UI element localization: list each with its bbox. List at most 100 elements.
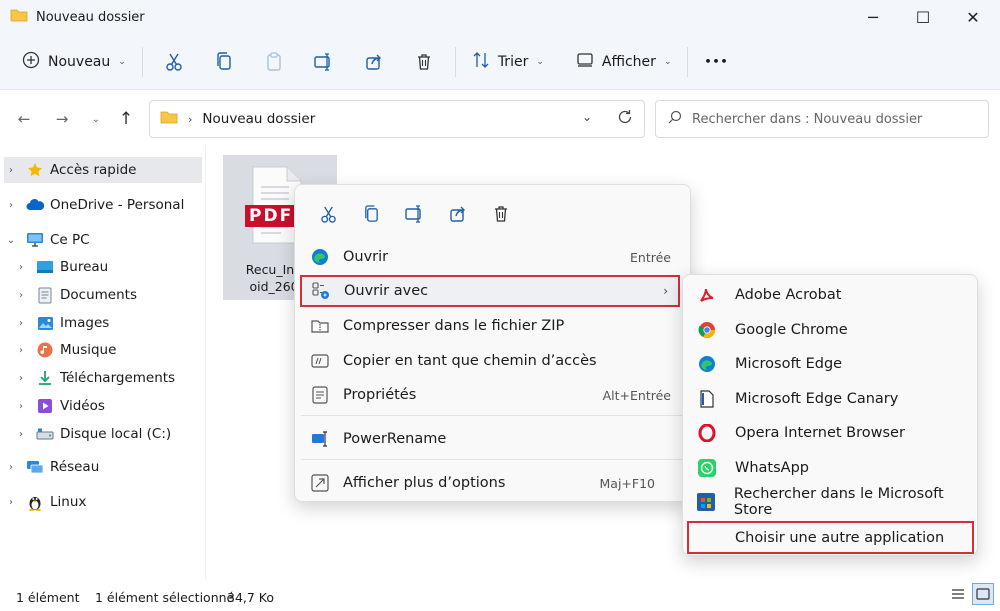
menu-item-compress-zip[interactable]: Compresser dans le fichier ZIP (301, 310, 685, 342)
context-rename-button[interactable] (393, 199, 436, 229)
drive-icon (36, 425, 54, 443)
view-icon (576, 52, 594, 72)
sort-label: Trier (497, 53, 529, 70)
chevron-right-icon[interactable]: › (14, 318, 28, 329)
menu-divider (301, 459, 685, 460)
submenu-item-whatsapp[interactable]: WhatsApp (689, 451, 973, 484)
sidebar-item-documents[interactable]: › Documents (14, 282, 202, 308)
arrow-up-icon: ↑ (118, 109, 134, 129)
chevron-right-icon[interactable]: › (14, 262, 28, 273)
toolbar-divider (687, 46, 689, 77)
back-button[interactable]: ← (11, 106, 37, 132)
chevron-down-icon: ⌄ (663, 56, 672, 67)
share-button[interactable] (349, 42, 399, 82)
context-delete-button[interactable] (479, 199, 522, 229)
submenu-item-edge-canary[interactable]: Microsoft Edge Canary (689, 382, 973, 415)
delete-button[interactable] (399, 42, 449, 82)
download-icon (36, 369, 54, 387)
context-quick-actions (307, 199, 522, 229)
trash-icon (417, 53, 430, 70)
sidebar-item-desktop[interactable]: › Bureau (14, 254, 202, 280)
menu-item-copy-path[interactable]: Copier en tant que chemin d’accès (301, 345, 685, 377)
document-icon (36, 286, 54, 304)
tiles-view-icon (976, 588, 990, 600)
chevron-down-icon[interactable]: ⌄ (4, 235, 18, 246)
chevron-right-icon[interactable]: › (4, 497, 18, 508)
chevron-right-icon[interactable]: › (14, 290, 28, 301)
context-share-button[interactable] (436, 199, 479, 229)
sidebar-item-onedrive[interactable]: › OneDrive - Personal (4, 192, 202, 218)
tiles-view-button[interactable] (972, 583, 994, 605)
selection-count: 1 élément sélectionné (95, 590, 235, 605)
properties-icon (309, 384, 331, 406)
view-button[interactable]: Afficher ⌄ (566, 42, 682, 82)
search-box[interactable]: Rechercher dans : Nouveau dossier (655, 100, 989, 138)
chevron-down-icon: ⌄ (536, 56, 544, 67)
menu-item-properties[interactable]: Propriétés Alt+Entrée (301, 379, 685, 411)
address-bar[interactable]: › Nouveau dossier ⌄ (149, 100, 645, 138)
close-button[interactable]: ✕ (948, 0, 998, 34)
paste-button[interactable] (249, 42, 299, 82)
sidebar-item-local-disk[interactable]: › Disque local (C:) (14, 421, 202, 447)
chevron-right-icon[interactable]: › (4, 165, 18, 176)
videos-icon (36, 397, 54, 415)
sidebar-item-this-pc[interactable]: ⌄ Ce PC (4, 227, 202, 253)
copy-button[interactable] (199, 42, 249, 82)
up-button[interactable]: ↑ (113, 106, 139, 132)
recent-locations-button[interactable]: ⌄ (83, 106, 109, 132)
submenu-item-adobe-acrobat[interactable]: Adobe Acrobat (689, 278, 973, 311)
sidebar-item-linux[interactable]: › Linux (4, 489, 202, 515)
details-view-button[interactable] (947, 583, 969, 605)
submenu-item-opera[interactable]: Opera Internet Browser (689, 416, 973, 449)
sidebar-item-downloads[interactable]: › Téléchargements (14, 365, 202, 391)
search-placeholder: Rechercher dans : Nouveau dossier (692, 111, 923, 127)
sidebar-item-pictures[interactable]: › Images (14, 310, 202, 336)
zip-folder-icon (309, 315, 331, 337)
minimize-button[interactable]: ─ (848, 0, 898, 34)
context-menu: Ouvrir Entrée Ouvrir avec › Compresser d… (294, 184, 691, 502)
forward-button[interactable]: → (49, 106, 75, 132)
context-cut-button[interactable] (307, 199, 350, 229)
context-copy-button[interactable] (350, 199, 393, 229)
new-button[interactable]: Nouveau ⌄ (12, 42, 136, 82)
sidebar-item-music[interactable]: › Musique (14, 337, 202, 363)
chevron-right-icon[interactable]: › (14, 373, 28, 384)
chevron-right-icon[interactable]: › (4, 462, 18, 473)
scissors-icon (166, 53, 182, 71)
music-icon (36, 341, 54, 359)
rename-button[interactable] (299, 42, 349, 82)
chevron-right-icon[interactable]: › (14, 429, 28, 440)
cut-button[interactable] (149, 42, 199, 82)
chevron-right-icon[interactable]: › (14, 401, 28, 412)
more-options-button[interactable]: ••• (694, 42, 738, 82)
chevron-right-icon[interactable]: › (14, 345, 28, 356)
menu-item-show-more-options[interactable]: Afficher plus d’options Maj+F10 (301, 467, 685, 499)
sort-button[interactable]: Trier ⌄ (462, 42, 554, 82)
chevron-down-icon[interactable]: ⌄ (582, 110, 592, 124)
open-with-submenu: Adobe Acrobat Google Chrome Microsoft Ed… (682, 274, 978, 556)
sidebar-item-quick-access[interactable]: › Accès rapide (4, 157, 202, 183)
menu-divider (301, 415, 685, 416)
breadcrumb-current[interactable]: Nouveau dossier (202, 111, 315, 127)
powerrename-icon (309, 428, 331, 450)
submenu-item-microsoft-store[interactable]: Rechercher dans le Microsoft Store (689, 485, 973, 518)
chevron-right-icon: › (663, 284, 668, 298)
refresh-icon[interactable] (616, 108, 634, 130)
chrome-icon (697, 320, 717, 340)
submenu-item-microsoft-edge[interactable]: Microsoft Edge (689, 347, 973, 380)
submenu-item-google-chrome[interactable]: Google Chrome (689, 313, 973, 346)
menu-item-open-with[interactable]: Ouvrir avec › (300, 275, 680, 307)
menu-item-powerrename[interactable]: PowerRename (301, 423, 685, 455)
command-bar: Nouveau ⌄ Trier ⌄ Afficher ⌄ ••• (0, 34, 1000, 90)
edge-icon (309, 246, 331, 268)
maximize-button[interactable]: ☐ (898, 0, 948, 34)
desktop-icon (36, 258, 54, 276)
view-label: Afficher (601, 53, 656, 70)
sidebar-item-network[interactable]: › Réseau (4, 454, 202, 480)
list-view-icon (952, 589, 964, 599)
sidebar-item-videos[interactable]: › Vidéos (14, 393, 202, 419)
chevron-right-icon[interactable]: › (4, 200, 18, 211)
folder-icon (160, 109, 178, 129)
submenu-item-choose-another-app[interactable]: Choisir une autre application (687, 521, 974, 554)
menu-item-open[interactable]: Ouvrir Entrée (301, 241, 685, 273)
